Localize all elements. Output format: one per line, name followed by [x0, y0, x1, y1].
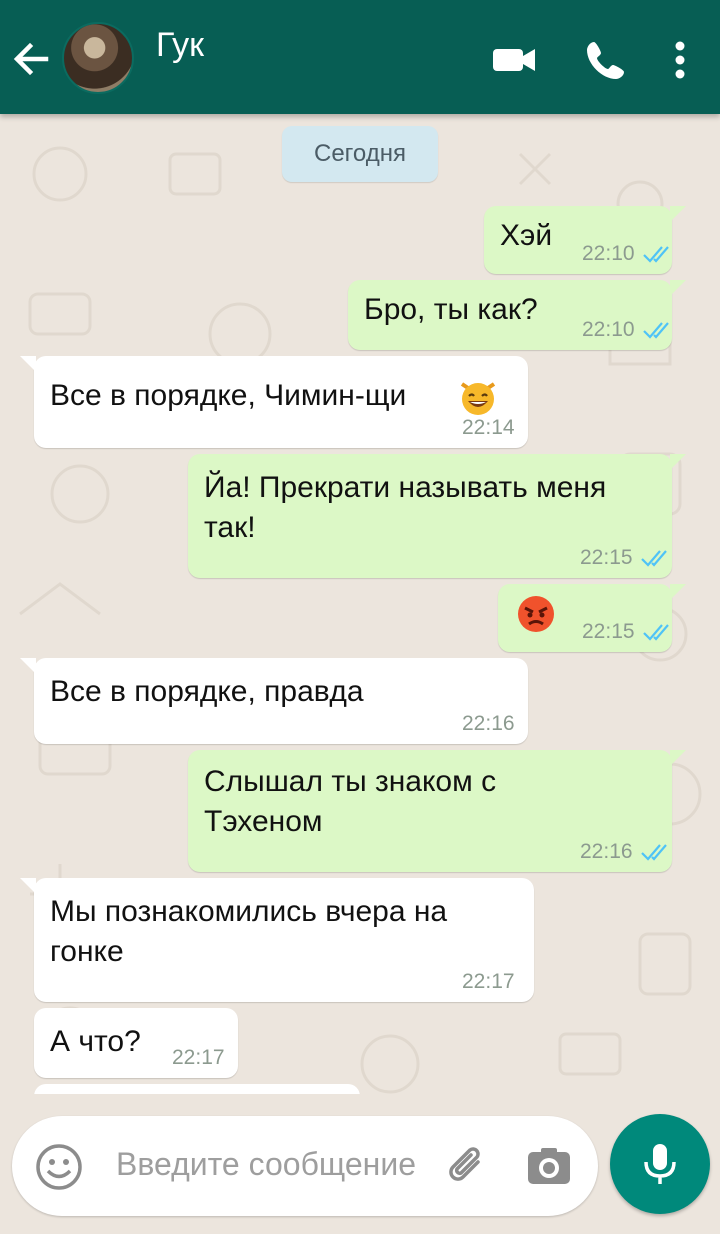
message-time: 22:15: [582, 620, 635, 643]
message-text: Мы познакомились вчера на гонке: [50, 895, 448, 968]
message-time: 22:16: [462, 712, 515, 735]
message-outgoing[interactable]: Слышал ты знаком с Тэхеном 22:16: [188, 750, 686, 872]
message-time: 22:10: [582, 318, 635, 341]
read-ticks-icon: [643, 322, 669, 339]
chat-header: Гук: [0, 0, 720, 114]
message-incoming[interactable]: Мы познакомились вчера на гонке 22:17: [20, 878, 534, 1002]
avatar[interactable]: [62, 22, 134, 94]
message-incoming[interactable]: Все в порядке, правда 22:16: [20, 658, 528, 744]
camera-icon[interactable]: [524, 1142, 574, 1192]
read-ticks-icon: [643, 624, 669, 641]
message-time: 22:17: [462, 970, 515, 993]
message-composer: Введите сообщение: [12, 1116, 598, 1216]
message-incoming[interactable]: А что? 22:17: [34, 1008, 238, 1078]
phone-icon[interactable]: [582, 36, 630, 84]
video-call-icon[interactable]: [490, 36, 538, 84]
grinning-cat-emoji: [460, 382, 496, 415]
message-time: 22:10: [582, 242, 635, 265]
read-ticks-icon: [641, 550, 667, 567]
message-text: Все в порядке, Чимин-щи: [50, 379, 407, 412]
attach-icon[interactable]: [442, 1142, 492, 1192]
message-list[interactable]: Сегодня Хэй 22:10 Бро, ты как? 22:10 Все…: [0, 114, 720, 1094]
contact-name[interactable]: Гук: [156, 26, 204, 65]
angry-face-emoji: [518, 596, 554, 632]
message-time: 22:14: [462, 416, 515, 439]
read-ticks-icon: [643, 246, 669, 263]
mic-button[interactable]: [610, 1114, 710, 1214]
message-input[interactable]: Введите сообщение: [116, 1146, 416, 1183]
emoji-icon[interactable]: [34, 1142, 84, 1192]
message-text: Хэй: [500, 219, 553, 252]
message-incoming[interactable]: Все в порядке, Чимин-щи 22:14: [20, 356, 528, 448]
message-outgoing[interactable]: 22:15: [498, 584, 686, 652]
message-time: 22:15: [580, 546, 633, 569]
date-chip: Сегодня: [282, 126, 438, 182]
more-vert-icon[interactable]: [662, 36, 698, 84]
message-time: 22:16: [580, 840, 633, 863]
back-arrow-icon[interactable]: [10, 38, 52, 80]
message-text: Бро, ты как?: [364, 293, 538, 326]
message-outgoing[interactable]: Хэй 22:10: [484, 206, 686, 274]
message-time: 22:17: [172, 1046, 225, 1069]
message-text: Все в порядке, правда: [50, 675, 364, 708]
message-incoming-partial[interactable]: [34, 1084, 360, 1094]
message-outgoing[interactable]: Бро, ты как? 22:10: [348, 280, 686, 350]
message-text: А что?: [50, 1025, 141, 1058]
message-outgoing[interactable]: Йа! Прекрати называть меня так! 22:15: [188, 454, 686, 578]
read-ticks-icon: [641, 844, 667, 861]
mic-icon: [644, 1144, 676, 1184]
message-text: Слышал ты знаком с Тэхеном: [204, 765, 497, 838]
message-text: Йа! Прекрати называть меня так!: [204, 471, 607, 544]
